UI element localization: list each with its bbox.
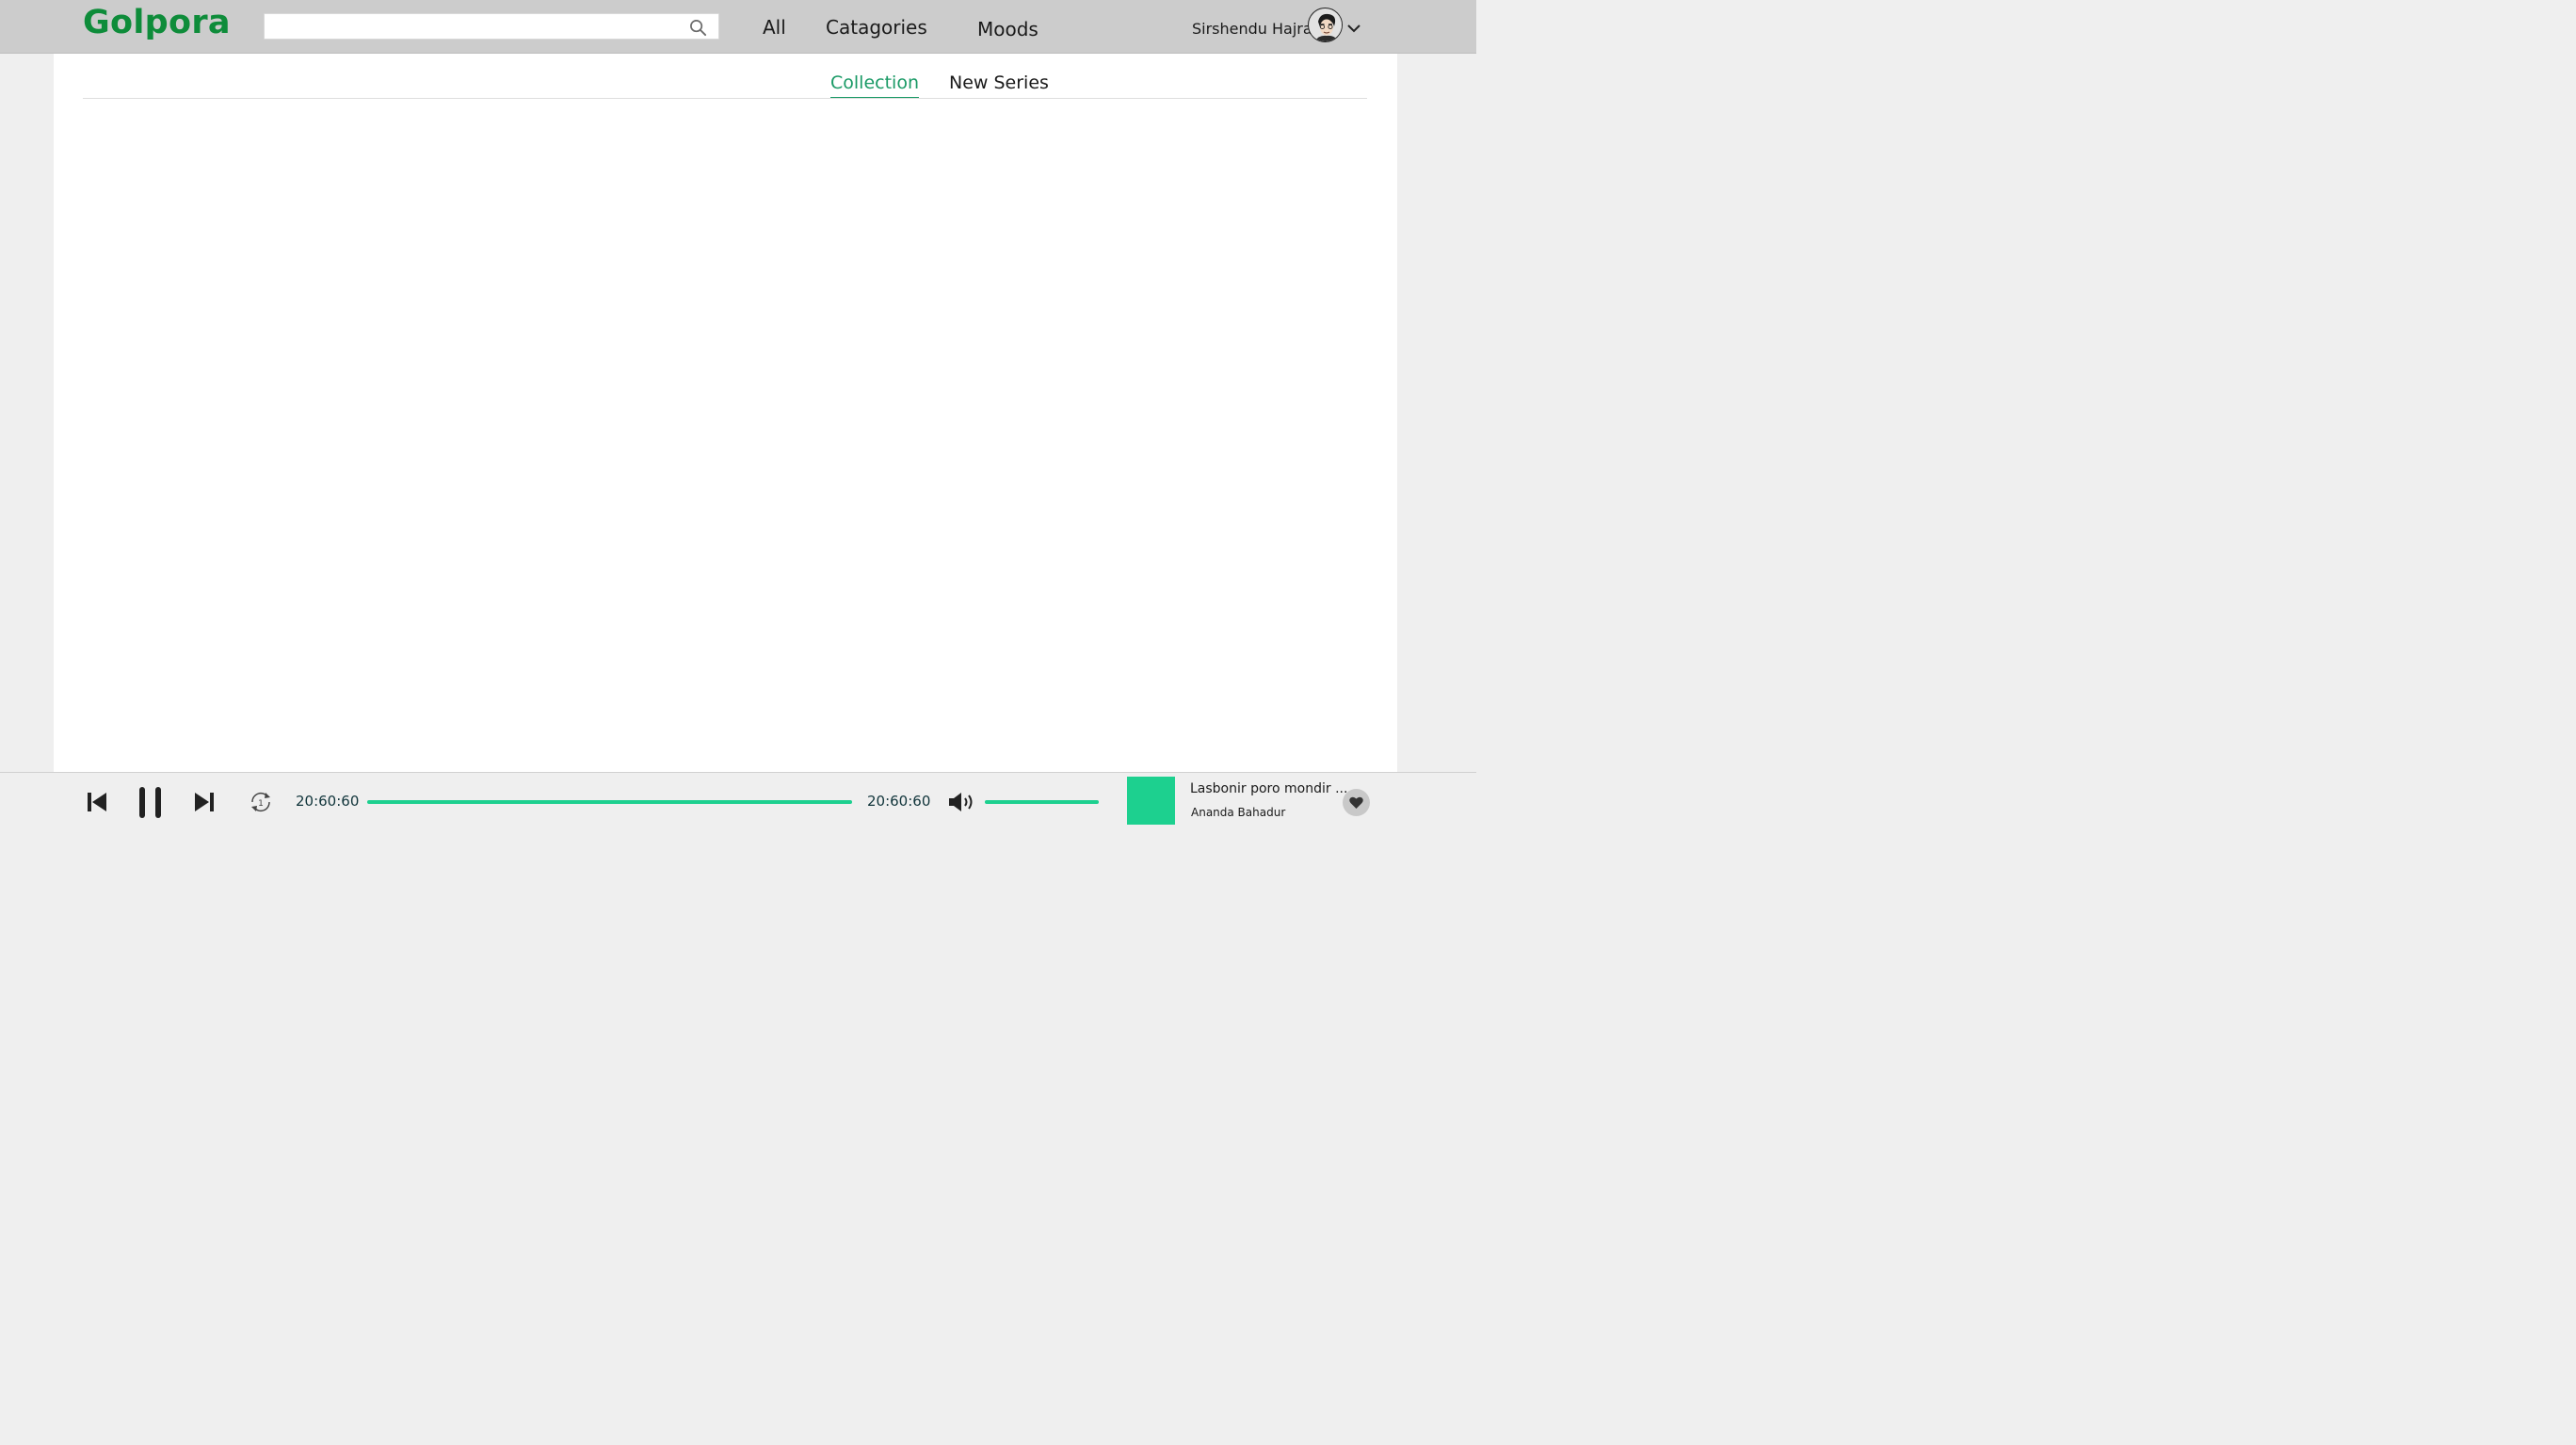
progress-bar[interactable]: [367, 800, 852, 804]
next-icon[interactable]: [194, 792, 215, 812]
tabs-divider: [83, 98, 1367, 99]
chevron-down-icon[interactable]: [1346, 23, 1361, 34]
user-avatar-image: [1309, 8, 1342, 41]
repeat-once-button[interactable]: 1: [248, 789, 274, 815]
total-time: 20:60:60: [867, 793, 931, 810]
nav-categories[interactable]: Catagories: [826, 16, 927, 39]
nav-moods[interactable]: Moods: [977, 18, 1038, 40]
repeat-once-icon: 1: [251, 793, 270, 811]
pause-icon[interactable]: [138, 787, 163, 818]
search-box[interactable]: [264, 13, 719, 40]
content-panel: Collection New Series: [54, 54, 1397, 772]
volume-slider[interactable]: [985, 800, 1099, 804]
avatar[interactable]: [1308, 8, 1343, 42]
app-logo[interactable]: Golpora: [83, 4, 231, 41]
elapsed-time: 20:60:60: [296, 793, 360, 810]
search-icon[interactable]: [689, 19, 707, 37]
progress-fill: [367, 800, 852, 804]
track-title[interactable]: Lasbonir poro mondir ...: [1190, 781, 1347, 796]
volume-fill: [985, 800, 1099, 804]
track-artist[interactable]: Ananda Bahadur: [1191, 806, 1285, 819]
user-name[interactable]: Sirshendu Hajra: [1192, 20, 1312, 38]
volume-icon[interactable]: [948, 792, 977, 812]
nav-all[interactable]: All: [763, 16, 786, 39]
tab-collection[interactable]: Collection: [830, 72, 919, 99]
like-button[interactable]: [1343, 789, 1370, 816]
player-bar: 1 20:60:60 20:60:60 Lasbonir poro mondir…: [0, 772, 1476, 828]
top-navigation-bar: Golpora All Catagories Moods Sirshendu H…: [0, 0, 1476, 54]
track-cover-art[interactable]: [1127, 777, 1175, 825]
heart-icon: [1349, 796, 1363, 809]
tab-new-series[interactable]: New Series: [949, 72, 1049, 97]
previous-icon[interactable]: [87, 792, 107, 812]
repeat-once-badge: 1: [258, 799, 264, 809]
search-input[interactable]: [265, 14, 679, 39]
